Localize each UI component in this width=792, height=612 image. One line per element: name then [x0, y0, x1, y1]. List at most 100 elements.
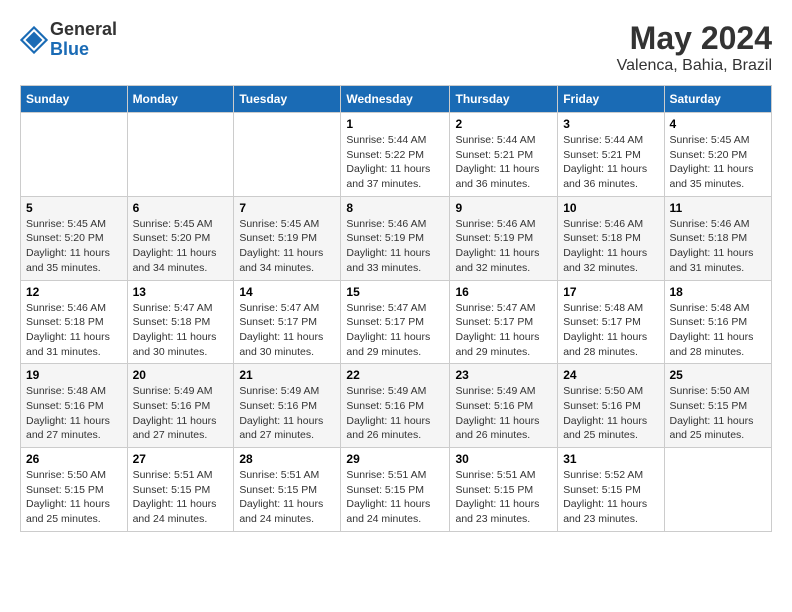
calendar-cell: 8 Sunrise: 5:46 AM Sunset: 5:19 PM Daylig…	[341, 196, 450, 280]
day-number: 7	[239, 201, 335, 215]
calendar-cell: 29Sunrise: 5:51 AM Sunset: 5:15 PM Dayli…	[341, 448, 450, 532]
calendar-cell: 18 Sunrise: 5:48 AM Sunset: 5:16 PM Dayli…	[664, 280, 772, 364]
calendar-cell	[664, 448, 772, 532]
day-number: 4	[670, 117, 767, 131]
day-detail: Sunrise: 5:47 AM Sunset: 5:17 PM Dayligh…	[346, 301, 444, 360]
calendar-week-row: 5 Sunrise: 5:45 AM Sunset: 5:20 PM Daylig…	[21, 196, 772, 280]
day-detail: Sunrise: 5:46 AM Sunset: 5:18 PM Dayligh…	[26, 301, 122, 360]
day-number: 5	[26, 201, 122, 215]
day-number: 1	[346, 117, 444, 131]
calendar-cell: 11Sunrise: 5:46 AM Sunset: 5:18 PM Dayli…	[664, 196, 772, 280]
calendar-cell: 30 Sunrise: 5:51 AM Sunset: 5:15 PM Dayli…	[450, 448, 558, 532]
location-subtitle: Valenca, Bahia, Brazil	[617, 57, 772, 75]
day-detail: Sunrise: 5:47 AM Sunset: 5:17 PM Dayligh…	[455, 301, 552, 360]
calendar-cell: 24 Sunrise: 5:50 AM Sunset: 5:16 PM Dayli…	[558, 364, 664, 448]
day-number: 29	[346, 452, 444, 466]
calendar-week-row: 1 Sunrise: 5:44 AM Sunset: 5:22 PM Daylig…	[21, 113, 772, 197]
day-number: 8	[346, 201, 444, 215]
day-number: 11	[670, 201, 767, 215]
day-detail: Sunrise: 5:49 AM Sunset: 5:16 PM Dayligh…	[455, 384, 552, 443]
calendar-cell	[234, 113, 341, 197]
day-number: 19	[26, 368, 122, 382]
logo-blue-text: Blue	[50, 40, 117, 60]
day-number: 27	[133, 452, 229, 466]
day-number: 3	[563, 117, 658, 131]
day-detail: Sunrise: 5:51 AM Sunset: 5:15 PM Dayligh…	[133, 468, 229, 527]
day-number: 30	[455, 452, 552, 466]
day-detail: Sunrise: 5:49 AM Sunset: 5:16 PM Dayligh…	[239, 384, 335, 443]
calendar-cell: 1 Sunrise: 5:44 AM Sunset: 5:22 PM Daylig…	[341, 113, 450, 197]
day-detail: Sunrise: 5:46 AM Sunset: 5:19 PM Dayligh…	[346, 217, 444, 276]
day-detail: Sunrise: 5:46 AM Sunset: 5:19 PM Dayligh…	[455, 217, 552, 276]
weekday-header-row: SundayMondayTuesdayWednesdayThursdayFrid…	[21, 86, 772, 113]
day-detail: Sunrise: 5:49 AM Sunset: 5:16 PM Dayligh…	[133, 384, 229, 443]
calendar-cell: 19Sunrise: 5:48 AM Sunset: 5:16 PM Dayli…	[21, 364, 128, 448]
calendar-cell: 7 Sunrise: 5:45 AM Sunset: 5:19 PM Daylig…	[234, 196, 341, 280]
day-number: 17	[563, 285, 658, 299]
calendar-cell	[127, 113, 234, 197]
month-year-title: May 2024	[617, 20, 772, 57]
calendar-cell: 16 Sunrise: 5:47 AM Sunset: 5:17 PM Dayli…	[450, 280, 558, 364]
calendar-cell: 6Sunrise: 5:45 AM Sunset: 5:20 PM Daylig…	[127, 196, 234, 280]
day-number: 10	[563, 201, 658, 215]
day-detail: Sunrise: 5:45 AM Sunset: 5:19 PM Dayligh…	[239, 217, 335, 276]
day-detail: Sunrise: 5:51 AM Sunset: 5:15 PM Dayligh…	[455, 468, 552, 527]
day-detail: Sunrise: 5:46 AM Sunset: 5:18 PM Dayligh…	[563, 217, 658, 276]
calendar-cell: 17 Sunrise: 5:48 AM Sunset: 5:17 PM Dayli…	[558, 280, 664, 364]
day-number: 23	[455, 368, 552, 382]
calendar-cell: 26Sunrise: 5:50 AM Sunset: 5:15 PM Dayli…	[21, 448, 128, 532]
day-number: 26	[26, 452, 122, 466]
calendar-cell: 12 Sunrise: 5:46 AM Sunset: 5:18 PM Dayli…	[21, 280, 128, 364]
calendar-cell: 2 Sunrise: 5:44 AM Sunset: 5:21 PM Daylig…	[450, 113, 558, 197]
day-detail: Sunrise: 5:52 AM Sunset: 5:15 PM Dayligh…	[563, 468, 658, 527]
day-number: 28	[239, 452, 335, 466]
calendar-cell: 25 Sunrise: 5:50 AM Sunset: 5:15 PM Dayli…	[664, 364, 772, 448]
day-detail: Sunrise: 5:45 AM Sunset: 5:20 PM Dayligh…	[670, 133, 767, 192]
weekday-header: Sunday	[21, 86, 128, 113]
calendar-cell: 28 Sunrise: 5:51 AM Sunset: 5:15 PM Dayli…	[234, 448, 341, 532]
weekday-header: Tuesday	[234, 86, 341, 113]
day-number: 13	[133, 285, 229, 299]
day-detail: Sunrise: 5:50 AM Sunset: 5:16 PM Dayligh…	[563, 384, 658, 443]
day-detail: Sunrise: 5:51 AM Sunset: 5:15 PM Dayligh…	[239, 468, 335, 527]
day-number: 24	[563, 368, 658, 382]
day-detail: Sunrise: 5:48 AM Sunset: 5:16 PM Dayligh…	[670, 301, 767, 360]
day-detail: Sunrise: 5:48 AM Sunset: 5:17 PM Dayligh…	[563, 301, 658, 360]
calendar-cell: 23 Sunrise: 5:49 AM Sunset: 5:16 PM Dayli…	[450, 364, 558, 448]
calendar-cell: 20 Sunrise: 5:49 AM Sunset: 5:16 PM Dayli…	[127, 364, 234, 448]
weekday-header: Saturday	[664, 86, 772, 113]
day-number: 12	[26, 285, 122, 299]
day-detail: Sunrise: 5:44 AM Sunset: 5:21 PM Dayligh…	[455, 133, 552, 192]
logo-general-text: General	[50, 20, 117, 40]
logo-text: General Blue	[50, 20, 117, 60]
day-detail: Sunrise: 5:45 AM Sunset: 5:20 PM Dayligh…	[26, 217, 122, 276]
day-number: 25	[670, 368, 767, 382]
calendar-cell: 22Sunrise: 5:49 AM Sunset: 5:16 PM Dayli…	[341, 364, 450, 448]
title-block: May 2024 Valenca, Bahia, Brazil	[617, 20, 772, 75]
calendar-cell: 4 Sunrise: 5:45 AM Sunset: 5:20 PM Daylig…	[664, 113, 772, 197]
day-number: 16	[455, 285, 552, 299]
day-detail: Sunrise: 5:50 AM Sunset: 5:15 PM Dayligh…	[670, 384, 767, 443]
weekday-header: Wednesday	[341, 86, 450, 113]
day-number: 15	[346, 285, 444, 299]
day-number: 9	[455, 201, 552, 215]
calendar-cell	[21, 113, 128, 197]
calendar-cell: 15 Sunrise: 5:47 AM Sunset: 5:17 PM Dayli…	[341, 280, 450, 364]
day-detail: Sunrise: 5:47 AM Sunset: 5:17 PM Dayligh…	[239, 301, 335, 360]
weekday-header: Friday	[558, 86, 664, 113]
day-number: 31	[563, 452, 658, 466]
day-number: 2	[455, 117, 552, 131]
weekday-header: Thursday	[450, 86, 558, 113]
weekday-header: Monday	[127, 86, 234, 113]
calendar-cell: 14Sunrise: 5:47 AM Sunset: 5:17 PM Dayli…	[234, 280, 341, 364]
calendar-week-row: 12 Sunrise: 5:46 AM Sunset: 5:18 PM Dayli…	[21, 280, 772, 364]
day-detail: Sunrise: 5:44 AM Sunset: 5:21 PM Dayligh…	[563, 133, 658, 192]
day-number: 20	[133, 368, 229, 382]
day-number: 21	[239, 368, 335, 382]
calendar-table: SundayMondayTuesdayWednesdayThursdayFrid…	[20, 85, 772, 532]
calendar-cell: 5 Sunrise: 5:45 AM Sunset: 5:20 PM Daylig…	[21, 196, 128, 280]
day-detail: Sunrise: 5:44 AM Sunset: 5:22 PM Dayligh…	[346, 133, 444, 192]
logo: General Blue	[20, 20, 117, 60]
day-detail: Sunrise: 5:47 AM Sunset: 5:18 PM Dayligh…	[133, 301, 229, 360]
day-number: 18	[670, 285, 767, 299]
